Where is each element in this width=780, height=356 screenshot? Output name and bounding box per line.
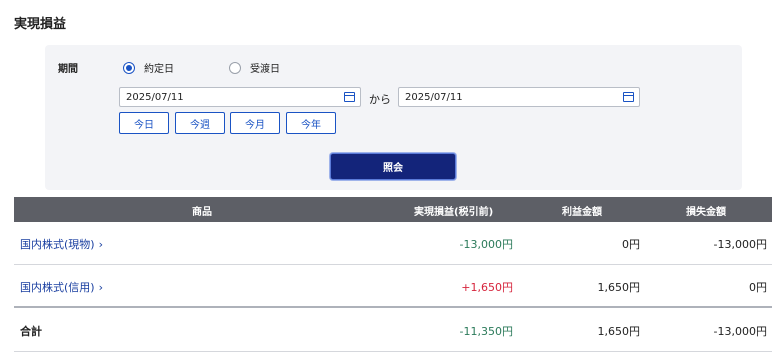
- total-loss-amount-value: -13,000円: [713, 325, 767, 338]
- this-year-button[interactable]: 今年: [286, 112, 336, 134]
- today-button[interactable]: 今日: [119, 112, 169, 134]
- search-panel: 期間 約定日 受渡日 2025/07/11 から 2025/07/11 今日 今…: [45, 45, 742, 190]
- radio-trade-date-label: 約定日: [144, 64, 174, 75]
- header-loss-amount: 損失金額: [686, 207, 726, 218]
- table-header: 商品 実現損益(税引前) 利益金額 損失金額: [14, 197, 772, 222]
- total-label: 合計: [20, 325, 42, 338]
- product-name: 国内株式(信用): [20, 281, 95, 294]
- calendar-icon[interactable]: [344, 92, 355, 102]
- radio-trade-date[interactable]: 約定日: [123, 60, 174, 75]
- total-row: 合計 -11,350円 1,650円 -13,000円: [14, 309, 772, 352]
- date-from-field[interactable]: 2025/07/11: [119, 87, 361, 107]
- header-product: 商品: [192, 207, 212, 218]
- page-title: 実現損益: [14, 17, 67, 32]
- total-realized-pl-value: -11,350円: [459, 325, 513, 338]
- realized-pl-value: +1,650円: [461, 281, 513, 294]
- calendar-icon[interactable]: [623, 92, 634, 102]
- profit-amount-value: 1,650円: [597, 281, 641, 294]
- this-month-button[interactable]: 今月: [230, 112, 280, 134]
- loss-amount-value: 0円: [749, 281, 767, 294]
- inquiry-button[interactable]: 照会: [330, 153, 456, 180]
- realized-pl-value: -13,000円: [459, 238, 513, 251]
- header-realized-pl: 実現損益(税引前): [414, 207, 494, 218]
- this-week-button[interactable]: 今週: [175, 112, 225, 134]
- product-name: 国内株式(現物): [20, 238, 95, 251]
- product-link[interactable]: 国内株式(信用) ›: [20, 279, 103, 295]
- date-range-separator: から: [369, 93, 391, 106]
- radio-settlement-date[interactable]: 受渡日: [229, 60, 280, 75]
- radio-dot[interactable]: [123, 61, 135, 74]
- radio-dot[interactable]: [229, 61, 241, 74]
- product-link[interactable]: 国内株式(現物) ›: [20, 236, 103, 252]
- loss-amount-value: -13,000円: [713, 238, 767, 251]
- radio-settlement-date-label: 受渡日: [250, 64, 280, 75]
- date-to-value: 2025/07/11: [405, 91, 463, 103]
- profit-amount-value: 0円: [622, 238, 640, 251]
- total-profit-amount-value: 1,650円: [597, 325, 641, 338]
- chevron-right-icon: ›: [98, 281, 103, 294]
- table-row: 国内株式(信用) › +1,650円 1,650円 0円: [14, 265, 772, 308]
- period-label: 期間: [58, 64, 78, 75]
- date-to-field[interactable]: 2025/07/11: [398, 87, 640, 107]
- chevron-right-icon: ›: [98, 238, 103, 251]
- date-from-value: 2025/07/11: [126, 91, 184, 103]
- table-row: 国内株式(現物) › -13,000円 0円 -13,000円: [14, 222, 772, 265]
- header-profit-amount: 利益金額: [562, 207, 602, 218]
